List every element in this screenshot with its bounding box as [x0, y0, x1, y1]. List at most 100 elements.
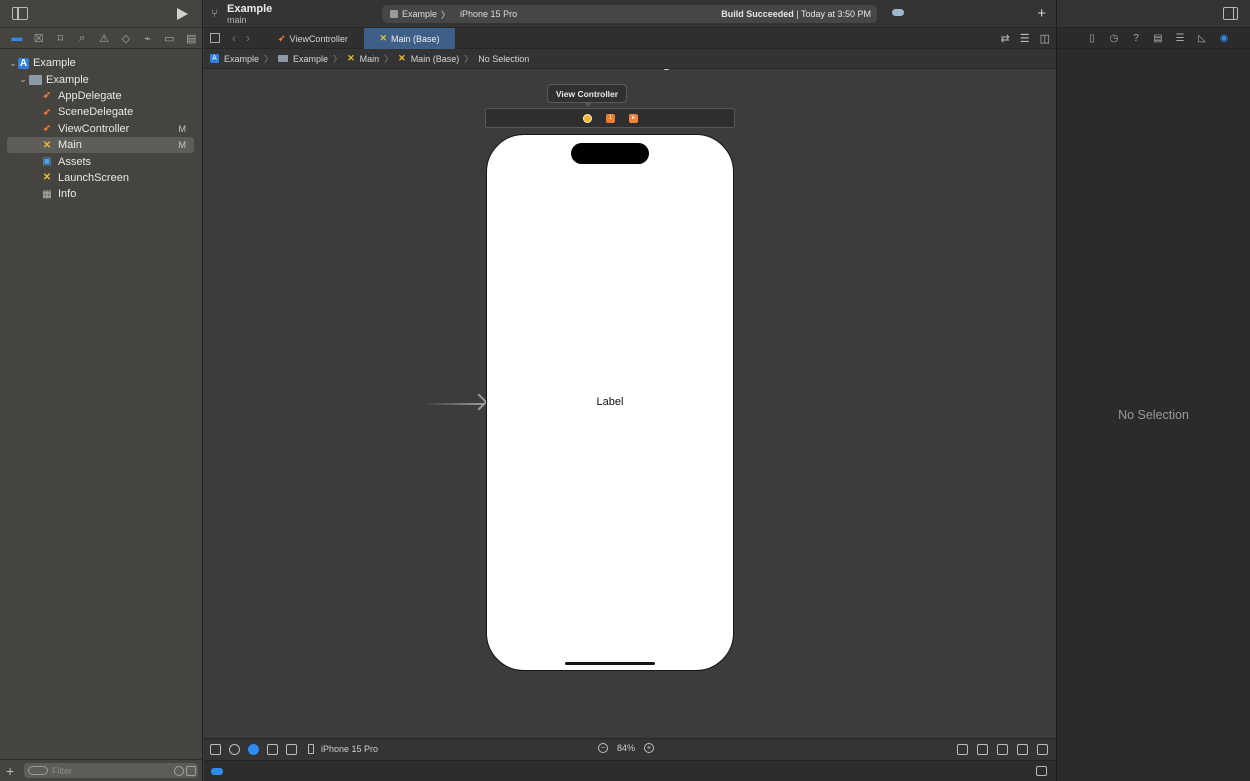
tree-row-label: Info: [58, 188, 77, 201]
file-tree: ⌄ A Example ⌄ Example ➶ AppDelegate ➶ Sc…: [0, 49, 202, 203]
tree-row-label: Example: [46, 73, 89, 86]
initial-vc-arrow[interactable]: [424, 403, 484, 405]
device-selector[interactable]: iPhone 15 Pro: [460, 9, 669, 77]
dark-mode-icon[interactable]: [248, 744, 259, 755]
tree-row-folder[interactable]: ⌄ Example: [0, 71, 202, 87]
cloud-icon[interactable]: [892, 9, 904, 16]
tree-row-launchscreen[interactable]: ✕ LaunchScreen: [0, 170, 202, 186]
bookmark-icon[interactable]: ⌑: [50, 28, 72, 49]
inspector-selector-bar: ▯ ◷ ? ▤ ☰ ◺ ◉: [1057, 28, 1250, 49]
tree-row-label: ViewController: [58, 122, 130, 135]
storyboard-icon: ✕: [42, 139, 52, 151]
tab-main-base[interactable]: ✕ Main (Base): [364, 28, 455, 49]
filter-input[interactable]: Filter: [24, 763, 198, 778]
recent-files-icon[interactable]: [174, 765, 184, 776]
chevron-down-icon[interactable]: ⌄: [18, 74, 28, 85]
debug-toggle-icon[interactable]: [211, 768, 223, 775]
storyboard-icon: ✕: [379, 33, 388, 43]
tree-row-label: Main: [58, 139, 82, 152]
align-icon[interactable]: [977, 744, 988, 755]
tree-row-scenedelegate[interactable]: ➶ SceneDelegate: [0, 104, 202, 120]
navigator-filter-bar: + Filter: [0, 759, 202, 781]
tab-label: Main (Base): [391, 33, 440, 44]
view-controller-icon[interactable]: [583, 114, 592, 123]
breakpoint-icon[interactable]: ▭: [158, 28, 180, 49]
help-inspector-icon[interactable]: ?: [1125, 33, 1147, 44]
branch-name[interactable]: main: [227, 15, 247, 25]
file-inspector-icon[interactable]: ▯: [1081, 33, 1103, 44]
iphone-scene[interactable]: Label: [486, 134, 734, 671]
window-toolbar: ⑂ Example main Example 〉 iPhone 15 Pro B…: [204, 0, 1056, 77]
tree-row-viewcontroller[interactable]: ➶ ViewController M: [0, 121, 202, 137]
add-file-button[interactable]: +: [6, 763, 20, 779]
update-frames-icon[interactable]: [957, 744, 968, 755]
report-icon[interactable]: ▤: [180, 28, 202, 49]
filter-placeholder: Filter: [52, 765, 72, 776]
resolve-issues-icon[interactable]: [1017, 744, 1028, 755]
scene-dock[interactable]: 1 ▸: [485, 108, 735, 128]
size-inspector-icon[interactable]: ◺: [1191, 33, 1213, 44]
identity-inspector-icon[interactable]: ▤: [1147, 33, 1169, 44]
scheme-selector[interactable]: Example 〉: [382, 8, 450, 21]
exit-icon[interactable]: ▸: [629, 114, 638, 123]
attributes-inspector-icon[interactable]: ☰: [1169, 33, 1191, 44]
orientation-icon[interactable]: [267, 744, 278, 755]
split-editor-icon[interactable]: ◫: [1040, 32, 1050, 45]
navigator-selector-bar: ▬ ☒ ⌑ ⌕ ⚠ ◇ ⌁ ▭ ▤: [0, 28, 202, 49]
tree-row-appdelegate[interactable]: ➶ AppDelegate: [0, 88, 202, 104]
source-control-icon[interactable]: ☒: [28, 28, 50, 49]
find-icon[interactable]: ⌕: [71, 28, 93, 49]
add-constraints-icon[interactable]: [997, 744, 1008, 755]
forward-arrow-icon[interactable]: ›: [246, 31, 250, 45]
filter-options-icon[interactable]: [28, 766, 48, 775]
tree-row-label: Assets: [58, 155, 92, 168]
zoom-out-icon[interactable]: −: [598, 743, 608, 753]
issue-warning-icon[interactable]: ⚠: [93, 28, 115, 49]
project-icon: A: [18, 57, 29, 69]
chevron-down-icon[interactable]: ⌄: [8, 58, 18, 69]
first-responder-icon[interactable]: 1: [606, 114, 615, 123]
editor-options: ⇄ ☰ ◫: [1001, 32, 1051, 45]
sidebar-toggle-icon[interactable]: [12, 7, 28, 20]
tree-row-main[interactable]: ✕ Main M: [7, 136, 194, 154]
connections-inspector-icon[interactable]: ◉: [1213, 33, 1235, 44]
inspector-toggle-icon[interactable]: [1223, 7, 1238, 20]
back-arrow-icon[interactable]: ‹: [232, 31, 236, 45]
project-title: Example: [227, 3, 273, 15]
swap-icon[interactable]: ⇄: [1001, 32, 1010, 45]
breadcrumb-item[interactable]: No Selection: [478, 54, 529, 64]
storyboard-icon: ✕: [42, 172, 52, 184]
asset-catalog-icon: ▣: [42, 156, 52, 168]
run-button[interactable]: [177, 8, 188, 20]
scheme-name: Example: [402, 9, 438, 19]
storyboard-canvas[interactable]: View Controller 1 ▸ Label: [204, 70, 1056, 738]
test-diamond-icon[interactable]: ◇: [115, 28, 137, 49]
debug-spray-icon[interactable]: ⌁: [137, 28, 159, 49]
embed-in-icon[interactable]: [1037, 744, 1048, 755]
editor-options-icon[interactable]: ☰: [1020, 32, 1030, 45]
device-config[interactable]: iPhone 15 Pro: [308, 744, 378, 754]
adjust-icon[interactable]: [286, 744, 297, 755]
history-inspector-icon[interactable]: ◷: [1103, 33, 1125, 44]
tree-row-assets[interactable]: ▣ Assets: [0, 153, 202, 169]
related-items-icon[interactable]: [210, 33, 220, 43]
add-button[interactable]: +: [1037, 5, 1046, 22]
breadcrumb-item[interactable]: Example: [224, 54, 259, 64]
breadcrumb-item[interactable]: Main (Base): [411, 54, 460, 64]
breadcrumb-item[interactable]: Example: [293, 54, 328, 64]
show-debug-area-icon[interactable]: [1036, 766, 1047, 776]
modified-badge: M: [178, 123, 187, 134]
breadcrumb: A Example 〉 Example 〉 ✕ Main 〉 ✕ Main (B…: [204, 49, 1056, 69]
zoom-in-icon[interactable]: +: [644, 743, 655, 753]
scm-filter-icon[interactable]: [186, 765, 196, 776]
document-outline-icon[interactable]: [210, 744, 221, 755]
scene-title-popover[interactable]: View Controller: [547, 84, 627, 107]
appearance-icon[interactable]: [229, 744, 240, 755]
tree-row-label: SceneDelegate: [58, 106, 134, 119]
label-view[interactable]: Label: [487, 396, 733, 408]
tab-viewcontroller[interactable]: ➶ ViewController: [278, 28, 348, 49]
tree-row-project[interactable]: ⌄ A Example: [0, 55, 202, 71]
breadcrumb-item[interactable]: Main: [360, 54, 380, 64]
tree-row-info[interactable]: ▦ Info: [0, 186, 202, 202]
folder-navigator-icon[interactable]: ▬: [6, 28, 28, 49]
